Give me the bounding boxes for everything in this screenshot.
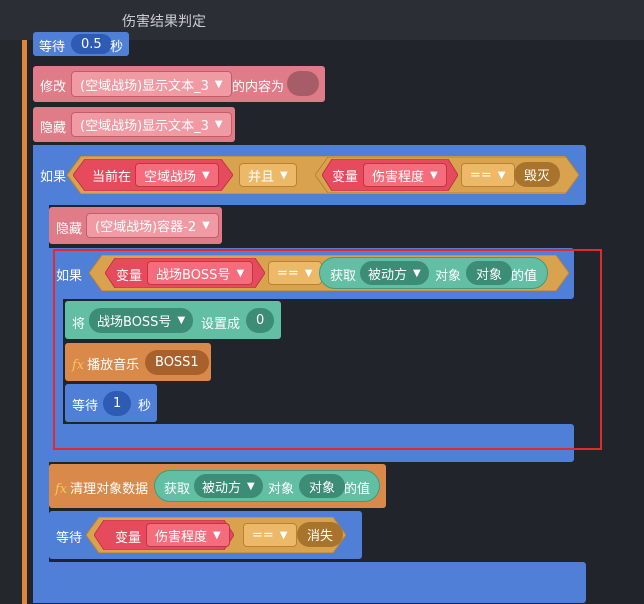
script-stack-bar: [22, 40, 27, 604]
clear-label: 清理对象数据: [70, 482, 149, 497]
wait-variable-label: 变量: [115, 531, 142, 546]
hide-target-dropdown[interactable]: (空域战场)显示文本_3 ▼: [71, 112, 232, 137]
color-value-slot[interactable]: [287, 71, 319, 96]
clear-get-value-block[interactable]: 获取 被动方 ▼ 对象 对象 的值: [154, 470, 380, 502]
window-title: 伤害结果判定: [122, 14, 206, 30]
wait-value[interactable]: 0.5: [71, 34, 112, 54]
clear-get-mid-label: 对象: [268, 482, 295, 497]
modify-label: 修改: [40, 80, 67, 95]
triangle-down-icon: ▼: [430, 169, 438, 181]
hide-container-label: 隐藏: [56, 222, 83, 237]
triangle-down-icon: ▼: [214, 78, 223, 90]
operator-dropdown[interactable]: == ▼: [461, 163, 515, 187]
clear-get-object-value[interactable]: 对象: [299, 474, 346, 498]
variable-label: 变量: [332, 170, 359, 185]
current-in-dropdown[interactable]: 空域战场 ▼: [135, 163, 219, 187]
wait-variable-dropdown[interactable]: 伤害程度 ▼: [146, 523, 230, 547]
wait-operator-dropdown[interactable]: == ▼: [243, 523, 297, 547]
hide-label: 隐藏: [40, 121, 67, 136]
wait-label: 等待: [39, 40, 66, 55]
clear-get-label: 获取: [164, 482, 191, 497]
triangle-down-icon: ▼: [497, 169, 506, 181]
modify-target-dropdown[interactable]: (空域战场)显示文本_3 ▼: [71, 71, 232, 97]
triangle-down-icon: ▼: [247, 480, 255, 492]
triangle-down-icon: ▼: [213, 529, 221, 541]
triangle-down-icon: ▼: [279, 529, 288, 541]
if-arm: [33, 145, 49, 603]
hide-container-text: (空域战场)容器-2: [95, 220, 197, 235]
logic-dropdown[interactable]: 并且 ▼: [239, 163, 297, 187]
function-icon: fx: [55, 482, 68, 497]
wait-until-block[interactable]: 等待 变量 伤害程度 ▼ == ▼ 消失: [49, 511, 362, 559]
wait-block[interactable]: 等待 0.5 秒: [33, 32, 129, 56]
current-in-label: 当前在: [92, 170, 132, 185]
if-label: 如果: [40, 170, 67, 185]
compare-value[interactable]: 毁灭: [514, 162, 561, 187]
modify-text-block[interactable]: 修改 (空域战场)显示文本_3 ▼ 的内容为: [33, 66, 325, 102]
triangle-down-icon: ▼: [202, 169, 210, 181]
current-in-text: 空域战场: [144, 169, 197, 185]
clear-get-suffix: 的值: [344, 482, 371, 497]
wait-compare-value[interactable]: 消失: [297, 522, 344, 547]
hide-container-block[interactable]: 隐藏 (空域战场)容器-2 ▼: [49, 207, 222, 244]
clear-caption: fx 清理对象数据: [55, 478, 148, 497]
operator-text: ==: [470, 167, 492, 183]
modify-suffix: 的内容为: [232, 80, 285, 95]
wait-unit: 秒: [110, 40, 124, 55]
logic-text: 并且: [248, 169, 275, 185]
clear-get-source-dropdown[interactable]: 被动方 ▼: [194, 474, 263, 498]
wait-until-label: 等待: [56, 531, 83, 546]
clear-get-source-text: 被动方: [202, 480, 242, 496]
modify-target-text: (空域战场)显示文本_3: [80, 78, 209, 94]
triangle-down-icon: ▼: [214, 119, 223, 130]
wait-variable-text: 伤害程度: [155, 529, 208, 545]
highlight-box: [53, 249, 602, 450]
triangle-down-icon: ▼: [280, 169, 288, 181]
hide-text-block[interactable]: 隐藏 (空域战场)显示文本_3 ▼: [33, 107, 235, 142]
variable-dropdown[interactable]: 伤害程度 ▼: [363, 163, 447, 187]
variable-text: 伤害程度: [372, 169, 425, 185]
hide-target-text: (空域战场)显示文本_3: [80, 119, 209, 134]
triangle-down-icon: ▼: [202, 220, 210, 231]
hide-container-dropdown[interactable]: (空域战场)容器-2 ▼: [86, 213, 219, 238]
wait-operator-text: ==: [252, 527, 274, 543]
if-footer: [33, 562, 586, 603]
clear-object-data-block[interactable]: fx 清理对象数据 获取 被动方 ▼ 对象 对象 的值: [49, 464, 386, 508]
